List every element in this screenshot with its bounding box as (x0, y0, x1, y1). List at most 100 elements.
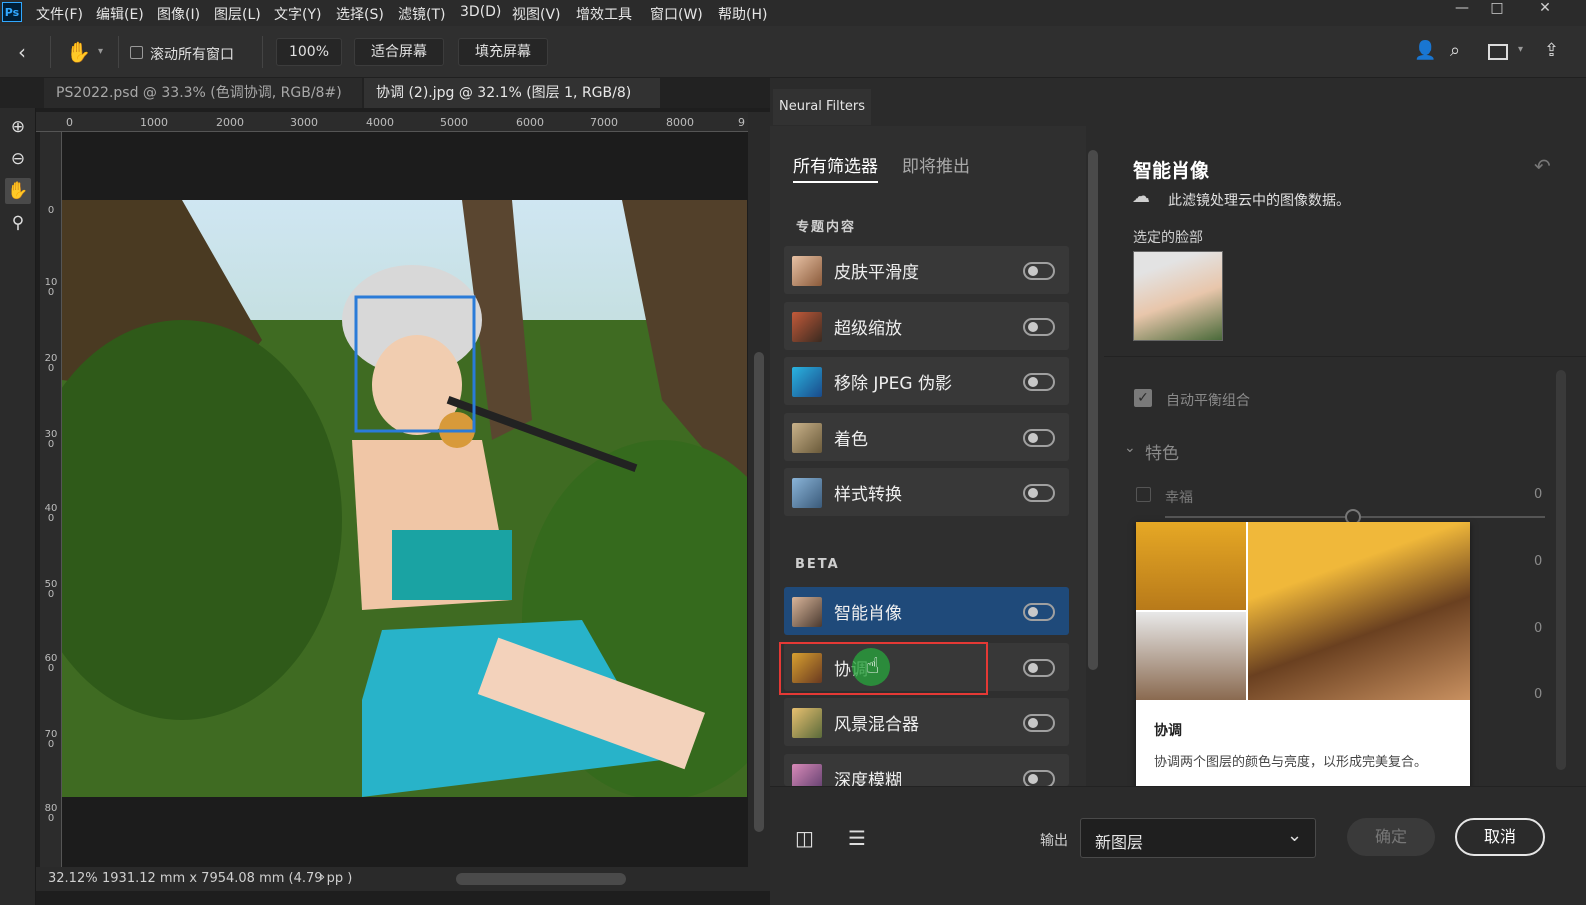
filter-label: 智能肖像 (834, 604, 902, 624)
horizontal-scrollbar-thumb[interactable] (456, 873, 626, 885)
filter-toggle[interactable] (1023, 714, 1055, 732)
filter-depth-blur[interactable]: 深度模糊 (784, 754, 1069, 786)
filter-toggle[interactable] (1023, 318, 1055, 336)
filter-toggle[interactable] (1023, 770, 1055, 786)
share-user-icon[interactable]: 👤 (1414, 40, 1436, 61)
close-icon[interactable]: ✕ (1525, 0, 1565, 22)
selected-face-label: 选定的脸部 (1133, 230, 1203, 246)
menu-help[interactable]: 帮助(H) (718, 4, 767, 24)
menu-3d[interactable]: 3D(D) (460, 4, 501, 20)
filter-list-scrollbar[interactable] (1086, 130, 1100, 786)
filter-super-zoom[interactable]: 超级缩放 (784, 302, 1069, 350)
happiness-label: 幸福 (1165, 490, 1193, 506)
options-bar (0, 26, 1586, 78)
ruler-tick: 9 (738, 116, 745, 129)
filter-toggle[interactable] (1023, 262, 1055, 280)
doc-tab-harmonize[interactable]: 协调 (2).jpg @ 32.1% (图层 1, RGB/8) *× (364, 78, 660, 131)
scroll-all-checkbox[interactable] (130, 46, 143, 59)
zoom-tool-icon[interactable]: ⚲ (5, 210, 31, 236)
auto-balance-checkbox[interactable]: ✓ (1134, 389, 1152, 407)
menu-view[interactable]: 视图(V) (512, 4, 561, 24)
ruler-tick: 1000 (140, 116, 168, 129)
horizontal-ruler: 0 1000 2000 3000 4000 5000 6000 7000 800… (36, 112, 748, 132)
menu-file[interactable]: 文件(F) (36, 4, 83, 24)
settings-scrollbar[interactable] (1556, 370, 1566, 770)
menu-edit[interactable]: 编辑(E) (96, 4, 144, 24)
menu-filter[interactable]: 滤镜(T) (398, 4, 445, 24)
scrollbar-thumb[interactable] (754, 352, 764, 832)
selected-face-thumbnail[interactable] (1133, 251, 1223, 341)
document-size: 1931.12 mm x 7954.08 mm (4.79 pp ) (102, 871, 353, 886)
chevron-down-icon: ⌄ (1287, 825, 1303, 846)
chevron-down-icon[interactable]: ⌄ (1124, 440, 1136, 456)
chevron-down-icon[interactable]: ▾ (1518, 44, 1523, 55)
tooltip-description: 协调两个图层的颜色与亮度，以形成完美复合。 (1154, 755, 1428, 770)
ruler-tick: 6000 (516, 116, 544, 129)
maximize-icon[interactable]: □ (1477, 0, 1517, 22)
ok-button[interactable]: 确定 (1347, 818, 1435, 856)
menu-type[interactable]: 文字(Y) (274, 4, 321, 24)
filter-toggle[interactable] (1023, 429, 1055, 447)
filter-style-transfer[interactable]: 样式转换 (784, 468, 1069, 516)
back-arrow-icon[interactable]: ‹ (18, 40, 26, 64)
ruler-tick: 2000 (216, 116, 244, 129)
filter-smart-portrait[interactable]: 智能肖像 (784, 587, 1069, 635)
featured-section-title: 专题内容 (796, 220, 857, 235)
fill-screen-button[interactable]: 填充屏幕 (458, 38, 548, 66)
doc-tab-ps2022[interactable]: PS2022.psd @ 33.3% (色调协调, RGB/8#) *× (44, 78, 362, 131)
slider-value: 0 (1534, 687, 1543, 702)
filter-label: 样式转换 (834, 485, 902, 505)
filter-thumbnail (792, 367, 822, 397)
status-bar: 32.12% 1931.12 mm x 7954.08 mm (4.79 pp … (36, 867, 770, 891)
neural-filters-tab[interactable]: Neural Filters (773, 89, 871, 125)
tab-coming-soon[interactable]: 即将推出 (902, 152, 970, 177)
layers-icon[interactable]: ☰ (848, 826, 866, 850)
menu-plugins[interactable]: 增效工具 (576, 4, 632, 24)
zoom-100-button[interactable]: 100% (276, 38, 342, 66)
menu-layer[interactable]: 图层(L) (214, 4, 261, 24)
filter-thumbnail (792, 423, 822, 453)
menu-select[interactable]: 选择(S) (336, 4, 384, 24)
share-icon[interactable]: ⇪ (1544, 40, 1559, 61)
ruler-tick: 600 (44, 653, 58, 674)
cancel-button[interactable]: 取消 (1455, 818, 1545, 856)
document-image[interactable] (62, 200, 747, 797)
filter-thumbnail (792, 597, 822, 627)
zoom-level[interactable]: 32.12% (48, 871, 98, 886)
scrollbar-thumb[interactable] (1088, 150, 1098, 670)
workspace-icon[interactable] (1488, 44, 1508, 60)
slider-value: 0 (1534, 487, 1543, 502)
happiness-checkbox[interactable] (1136, 487, 1151, 502)
filter-skin-smoothing[interactable]: 皮肤平滑度 (784, 246, 1069, 294)
status-arrow-icon[interactable]: › (320, 870, 325, 885)
menu-bar: Ps 文件(F) 编辑(E) 图像(I) 图层(L) 文字(Y) 选择(S) 滤… (0, 0, 1586, 26)
hand-tool-icon[interactable]: ✋ (66, 40, 91, 64)
reset-icon[interactable]: ↶ (1534, 154, 1551, 178)
filter-toggle[interactable] (1023, 659, 1055, 677)
menu-image[interactable]: 图像(I) (157, 4, 200, 24)
filter-toggle[interactable] (1023, 603, 1055, 621)
fit-screen-button[interactable]: 适合屏幕 (354, 38, 444, 66)
ruler-tick: 5000 (440, 116, 468, 129)
hand-tool-icon[interactable]: ✋ (5, 178, 31, 204)
filter-toggle[interactable] (1023, 373, 1055, 391)
filter-landscape-mixer[interactable]: 风景混合器 (784, 698, 1069, 746)
filter-toggle[interactable] (1023, 484, 1055, 502)
zoom-out-icon[interactable]: ⊖ (5, 146, 31, 172)
menu-window[interactable]: 窗口(W) (650, 4, 703, 24)
before-after-icon[interactable]: ◫ (795, 826, 814, 850)
filter-jpeg-artifacts[interactable]: 移除 JPEG 伪影 (784, 357, 1069, 405)
vertical-scrollbar[interactable] (748, 112, 770, 867)
ruler-tick: 4000 (366, 116, 394, 129)
search-icon[interactable]: ⌕ (1450, 40, 1460, 61)
ruler-tick: 300 (44, 429, 58, 450)
auto-balance-label: 自动平衡组合 (1166, 393, 1250, 409)
filter-colorize[interactable]: 着色 (784, 413, 1069, 461)
chevron-down-icon[interactable]: ▾ (98, 46, 103, 57)
zoom-in-icon[interactable]: ⊕ (5, 114, 31, 140)
output-label: 输出 (1040, 833, 1068, 849)
tab-all-filters[interactable]: 所有筛选器 (793, 152, 878, 183)
minimize-icon[interactable]: — (1442, 0, 1482, 22)
cursor-hand-icon: ☝ (866, 654, 880, 679)
output-select[interactable]: 新图层 ⌄ (1080, 818, 1316, 858)
